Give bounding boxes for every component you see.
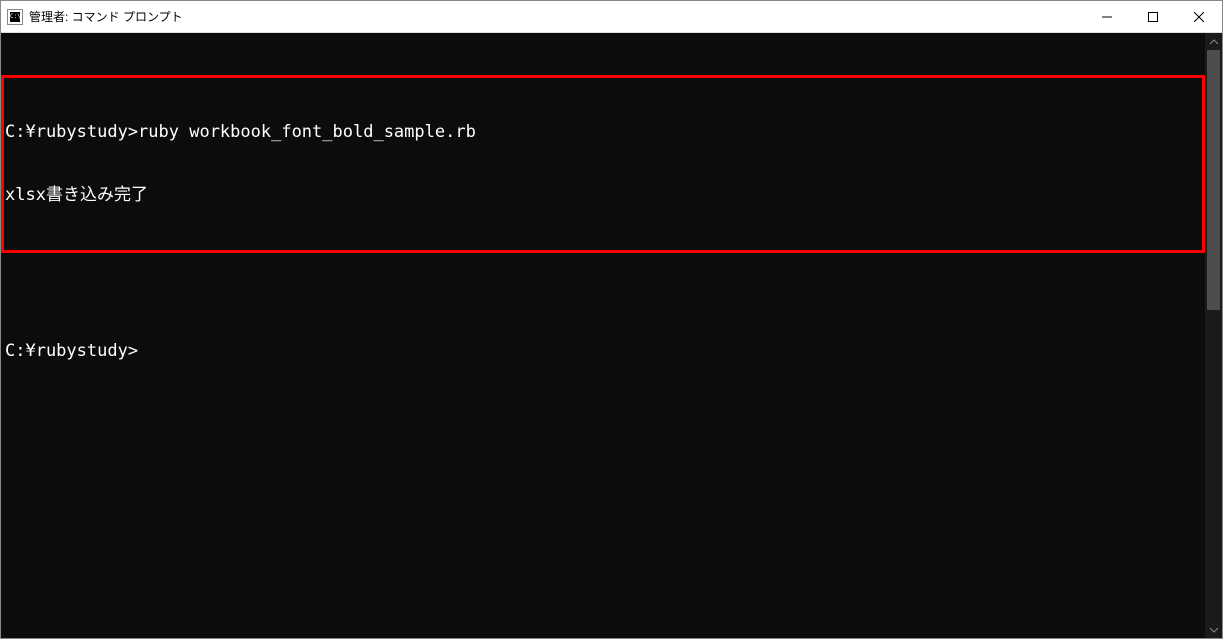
vertical-scrollbar[interactable] xyxy=(1205,33,1222,638)
prompt-block: C:¥rubystudy> xyxy=(1,299,1205,404)
minimize-icon xyxy=(1102,12,1112,22)
scrollbar-thumb[interactable] xyxy=(1207,50,1220,310)
command-prompt-window: C:\ 管理者: コマンド プロンプト C:¥rubystudy>ruby wo… xyxy=(0,0,1223,639)
chevron-up-icon xyxy=(1210,38,1218,46)
cmd-icon: C:\ xyxy=(7,9,23,25)
maximize-button[interactable] xyxy=(1130,1,1176,32)
scrollbar-track[interactable] xyxy=(1205,50,1222,621)
close-button[interactable] xyxy=(1176,1,1222,32)
scroll-down-button[interactable] xyxy=(1205,621,1222,638)
close-icon xyxy=(1194,12,1204,22)
terminal-line: xlsx書き込み完了 xyxy=(5,185,1198,206)
terminal-line: C:¥rubystudy>ruby workbook_font_bold_sam… xyxy=(5,122,1198,143)
scroll-up-button[interactable] xyxy=(1205,33,1222,50)
terminal-area[interactable]: C:¥rubystudy>ruby workbook_font_bold_sam… xyxy=(1,33,1222,638)
terminal-content: C:¥rubystudy>ruby workbook_font_bold_sam… xyxy=(1,33,1205,638)
maximize-icon xyxy=(1148,12,1158,22)
highlighted-output: C:¥rubystudy>ruby workbook_font_bold_sam… xyxy=(1,75,1205,253)
window-controls xyxy=(1084,1,1222,32)
minimize-button[interactable] xyxy=(1084,1,1130,32)
window-title: 管理者: コマンド プロンプト xyxy=(29,8,1084,25)
terminal-prompt: C:¥rubystudy> xyxy=(5,341,1205,362)
titlebar[interactable]: C:\ 管理者: コマンド プロンプト xyxy=(1,1,1222,33)
chevron-down-icon xyxy=(1210,626,1218,634)
